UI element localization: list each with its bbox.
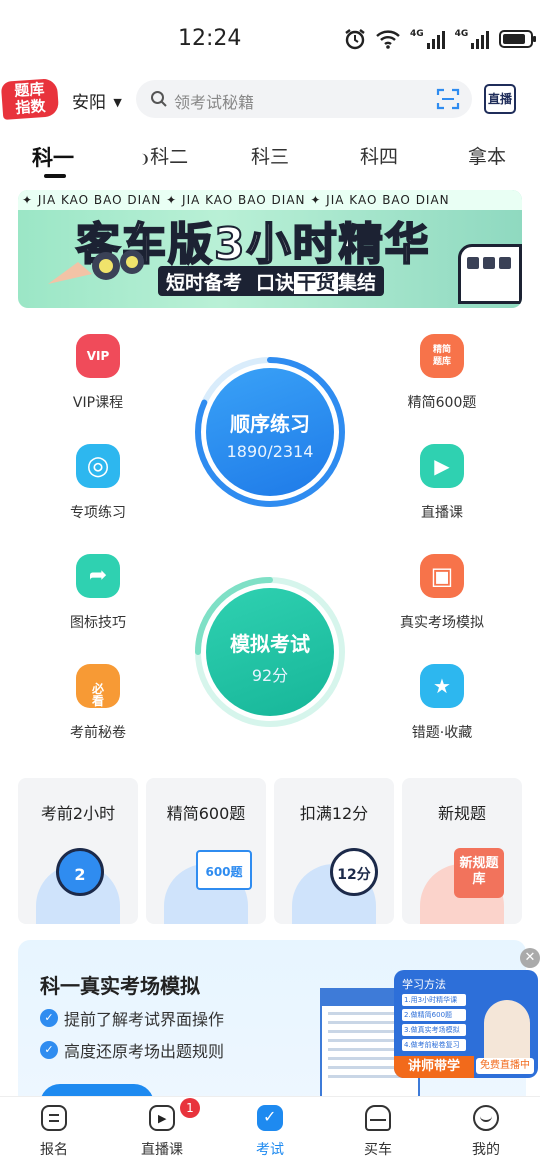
status-time: 12:24 — [178, 26, 242, 51]
nav-buy-car[interactable]: 买车 — [338, 1105, 418, 1159]
alarm-icon — [345, 29, 365, 50]
arrow-sign-icon: ➦ — [76, 554, 120, 598]
car-icon — [365, 1105, 391, 1131]
tab-subject-3[interactable]: 科三 — [251, 142, 289, 169]
check-icon: ✓ — [40, 1041, 58, 1059]
city-selector[interactable]: 安阳 ▼ — [72, 88, 122, 113]
exam-paper-icon: 必看 — [76, 664, 120, 708]
caret-down-icon: ▼ — [113, 96, 122, 109]
feature-real-exam-sim[interactable]: ▣ 真实考场模拟 — [382, 554, 502, 632]
status-icons: 4G 4G — [344, 28, 537, 50]
signup-icon — [41, 1105, 67, 1131]
tab-spark-icon: ❩ — [140, 152, 151, 166]
bottom-nav: 报名 ▶ 直播课 ✓ 考试 买车 我的 — [0, 1096, 540, 1170]
bus-icon — [458, 244, 522, 304]
feature-sign-tips[interactable]: ➦ 图标技巧 — [38, 554, 158, 632]
mock-score: 92分 — [251, 666, 289, 685]
nav-exam[interactable]: ✓ 考试 — [230, 1105, 310, 1159]
teacher-avatar — [484, 1000, 530, 1060]
stopwatch-icon: 2 — [56, 848, 104, 896]
check-icon: ✓ — [40, 1009, 58, 1027]
book-icon: 新规题库 — [454, 848, 504, 898]
banner-subtitle: 短时备考 口诀 干货 集结 — [158, 266, 385, 296]
mock-title: 模拟考试 — [230, 632, 310, 656]
promo-point-2: ✓ 高度还原考场出题规则 — [40, 1038, 224, 1062]
tab-get-license[interactable]: 拿本 — [468, 142, 506, 169]
notification-badge: 1 — [180, 1098, 200, 1118]
wifi-icon — [376, 30, 400, 49]
close-icon[interactable]: ✕ — [520, 948, 540, 968]
monitor-icon: ▣ — [420, 554, 464, 598]
binoculars-icon — [48, 250, 144, 284]
feature-600-questions[interactable]: 精简题库 精简600题 — [382, 334, 502, 412]
card-new-rules[interactable]: 新规题 新规题库 — [402, 778, 522, 924]
star-bookmark-icon: ★ — [420, 664, 464, 708]
practice-progress: 1890/2314 — [226, 442, 314, 461]
card-600-questions[interactable]: 精简600题 600题 — [146, 778, 266, 924]
promo-title: 科一真实考场模拟 — [40, 974, 200, 998]
promo-banner[interactable]: ✦ JIA KAO BAO DIAN ✦ JIA KAO BAO DIAN ✦ … — [18, 190, 522, 308]
status-bar: 12:24 4G 4G — [0, 0, 540, 76]
feature-wrong-and-favorites[interactable]: ★ 错题·收藏 — [382, 664, 502, 742]
tab-subject-4[interactable]: 科四 — [360, 142, 398, 169]
promo-point-1: ✓ 提前了解考试界面操作 — [40, 1006, 224, 1030]
teacher-led-tag: 讲师带学 — [394, 1056, 474, 1078]
search-placeholder: 领考试秘籍 — [174, 93, 255, 112]
nav-signup[interactable]: 报名 — [14, 1105, 94, 1159]
nav-profile[interactable]: 我的 — [446, 1105, 526, 1159]
search-input[interactable]: 领考试秘籍 — [136, 80, 472, 118]
tab-subject-1[interactable]: 科一 — [32, 142, 74, 172]
live-tv-icon: ▶ — [149, 1105, 175, 1131]
feature-vip-course[interactable]: VIP VIP课程 — [38, 334, 158, 412]
search-icon — [151, 91, 167, 107]
feature-live-course[interactable]: ▶ 直播课 — [382, 444, 502, 522]
city-label: 安阳 — [72, 93, 106, 113]
question-bank-icon: 精简题库 — [420, 334, 464, 378]
free-live-badge: 免费直播中 — [476, 1058, 534, 1074]
vip-icon: VIP — [76, 334, 120, 378]
tab-subject-2[interactable]: ❩科二 — [140, 142, 188, 169]
live-button[interactable]: 直播 — [484, 84, 516, 114]
card-two-hours-before[interactable]: 考前2小时 2 — [18, 778, 138, 924]
signal-icon: 4G — [410, 29, 445, 49]
sequential-practice-button[interactable]: 顺序练习 1890/2314 — [206, 368, 334, 496]
points-badge-icon: 12分 — [330, 848, 378, 896]
feature-pre-exam-paper[interactable]: 必看 考前秘卷 — [38, 664, 158, 742]
mock-exam-button[interactable]: 模拟考试 92分 — [206, 588, 334, 716]
scroll-icon: 600题 — [196, 850, 252, 890]
profile-icon — [473, 1105, 499, 1131]
video-title: 学习方法 — [402, 978, 446, 991]
signal-icon-2: 4G — [455, 29, 490, 49]
live-teacher-card[interactable]: 学习方法 1.用3小时精华课 2.做精简600题 3.做真实考场模拟 4.做考前… — [394, 970, 538, 1078]
active-tab-indicator — [44, 174, 66, 178]
target-icon: ◎ — [76, 444, 120, 488]
battery-icon — [499, 30, 537, 48]
question-bank-index-logo[interactable]: 题库 指数 — [0, 78, 60, 120]
video-steps: 1.用3小时精华课 2.做精简600题 3.做真实考场模拟 4.做考前秘卷复习 — [402, 994, 466, 1054]
feature-special-practice[interactable]: ◎ 专项练习 — [38, 444, 158, 522]
live-label: 直播 — [487, 92, 512, 106]
video-play-icon: ▶ — [420, 444, 464, 488]
banner-ticker: ✦ JIA KAO BAO DIAN ✦ JIA KAO BAO DIAN ✦ … — [18, 190, 522, 210]
practice-title: 顺序练习 — [230, 412, 310, 436]
card-twelve-points[interactable]: 扣满12分 12分 — [274, 778, 394, 924]
scan-icon[interactable] — [436, 88, 460, 110]
subject-tabs: 科一 ❩科二 科三 科四 拿本 — [0, 140, 540, 182]
exam-icon: ✓ — [257, 1105, 283, 1131]
